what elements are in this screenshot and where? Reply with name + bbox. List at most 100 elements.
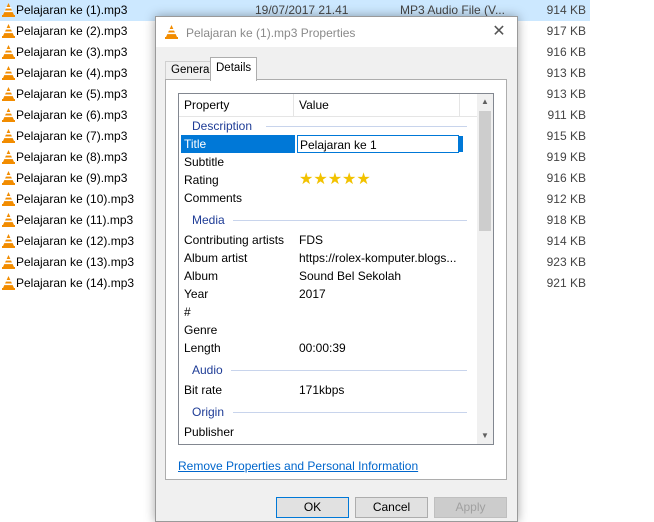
file-name: Pelajaran ke (6).mp3 [16,108,128,122]
chevron-up-icon: ▲ [481,97,489,106]
property-row-album-artist[interactable]: Album artist https://rolex-komputer.blog… [179,249,477,267]
property-name: Length [184,341,221,355]
file-name: Pelajaran ke (13).mp3 [16,255,135,269]
vlc-cone-icon [2,276,15,290]
rating-stars[interactable]: ★★★★★ [299,169,371,189]
file-type: MP3 Audio File (V... [400,3,505,17]
property-row-length[interactable]: Length 00:00:39 [179,339,477,357]
property-name: Subtitle [184,155,225,169]
scroll-up-button[interactable]: ▲ [477,94,493,110]
close-button[interactable]: ✕ [489,22,509,42]
vertical-scrollbar[interactable]: ▲ ▼ [477,94,493,444]
property-name: Year [184,287,209,301]
edit-caret [459,136,463,152]
vlc-cone-icon [2,87,15,101]
group-origin: Origin [179,403,477,421]
file-size: 923 KB [546,255,586,269]
property-row-contributing-artists[interactable]: Contributing artists FDS [179,231,477,249]
file-size: 921 KB [546,276,586,290]
property-name: Contributing artists [184,233,285,247]
column-divider[interactable] [459,94,460,116]
scroll-down-button[interactable]: ▼ [477,428,493,444]
property-name: Bit rate [184,383,223,397]
property-name: Rating [184,173,219,187]
property-value: https://rolex-komputer.blogs... [299,251,457,265]
dialog-title: Pelajaran ke (1).mp3 Properties [186,26,356,40]
property-name: Title [184,137,207,151]
file-size: 918 KB [546,213,586,227]
file-size: 913 KB [546,66,586,80]
group-divider [233,412,467,413]
vlc-cone-icon [2,213,15,227]
property-name: Album artist [184,251,248,265]
vlc-cone-icon [2,3,15,17]
vlc-cone-icon [2,24,15,38]
property-name: Publisher [184,425,235,439]
file-size: 916 KB [546,171,586,185]
file-date: 19/07/2017 21.41 [255,3,349,17]
file-name: Pelajaran ke (9).mp3 [16,171,128,185]
scroll-thumb[interactable] [479,111,491,231]
property-row-album[interactable]: Album Sound Bel Sekolah [179,267,477,285]
file-size: 917 KB [546,24,586,38]
property-name: Album [184,269,219,283]
vlc-cone-icon [2,108,15,122]
file-name: Pelajaran ke (14).mp3 [16,276,135,290]
tab-details[interactable]: Details [210,57,258,81]
apply-button[interactable]: Apply [434,497,507,518]
column-header-value[interactable]: Value [299,98,329,112]
property-row-title[interactable]: Title Pelajaran ke 1 [179,135,477,153]
property-name: Genre [184,323,218,337]
property-value: 2017 [299,287,326,301]
property-row-genre[interactable]: Genre [179,321,477,339]
column-header-property[interactable]: Property [184,98,229,112]
file-name: Pelajaran ke (11).mp3 [16,213,134,227]
property-row-track-number[interactable]: # [179,303,477,321]
property-value: 00:00:39 [299,341,346,355]
chevron-down-icon: ▼ [481,431,489,440]
details-panel: Property Value Description Title Pelajar… [165,79,507,480]
file-name: Pelajaran ke (12).mp3 [16,234,135,248]
vlc-cone-icon [2,150,15,164]
list-header: Property Value [179,94,477,117]
property-row-bit-rate[interactable]: Bit rate 171kbps [179,381,477,399]
property-name: Comments [184,191,243,205]
group-description: Description [179,117,477,135]
group-divider [231,370,467,371]
file-name: Pelajaran ke (7).mp3 [16,129,128,143]
property-row-comments[interactable]: Comments [179,189,477,207]
properties-dialog: Pelajaran ke (1).mp3 Properties ✕ Genera… [155,16,518,522]
group-label: Description [192,119,253,133]
cancel-button[interactable]: Cancel [355,497,428,518]
file-size: 919 KB [546,150,586,164]
vlc-cone-icon [2,45,15,59]
group-divider [266,126,467,127]
column-divider[interactable] [293,94,294,116]
property-row-rating[interactable]: Rating ★★★★★ [179,171,477,189]
file-size: 912 KB [546,192,586,206]
remove-properties-link[interactable]: Remove Properties and Personal Informati… [178,459,418,473]
vlc-cone-icon [2,171,15,185]
property-list[interactable]: Property Value Description Title Pelajar… [178,93,494,445]
vlc-cone-icon [2,234,15,248]
group-divider [233,220,467,221]
group-label: Origin [192,405,225,419]
group-media: Media [179,211,477,229]
file-name: Pelajaran ke (10).mp3 [16,192,135,206]
group-label: Media [192,213,225,227]
vlc-cone-icon [2,129,15,143]
ok-button[interactable]: OK [276,497,349,518]
vlc-cone-icon [2,192,15,206]
file-name: Pelajaran ke (5).mp3 [16,87,128,101]
property-row-year[interactable]: Year 2017 [179,285,477,303]
file-size: 916 KB [546,45,586,59]
file-size: 915 KB [546,129,586,143]
property-row-publisher[interactable]: Publisher [179,423,477,441]
close-icon: ✕ [492,23,506,40]
file-name: Pelajaran ke (1).mp3 [16,3,128,17]
vlc-cone-icon [2,255,15,269]
file-size: 911 KB [547,108,586,122]
file-size: 914 KB [546,3,586,17]
dialog-titlebar[interactable]: Pelajaran ke (1).mp3 Properties ✕ [156,17,517,47]
title-edit-field[interactable]: Pelajaran ke 1 [297,135,459,153]
